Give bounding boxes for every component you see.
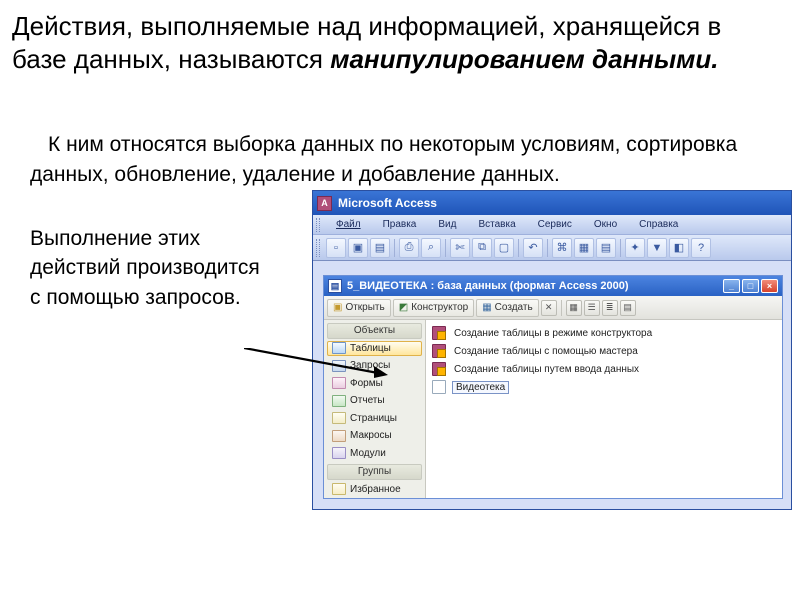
favorites-label: Избранное <box>350 484 401 495</box>
app-toolbar: ▫ ▣ ▤ ⎙ ⌕ ✄ ⧉ ▢ ↶ ⌘ ▦ ▤ ✦ ▼ ◧ ? <box>313 235 791 261</box>
design-icon: ◩ <box>399 302 408 313</box>
tb-key-icon[interactable]: ✦ <box>625 238 645 258</box>
db-window-title: 5_ВИДЕОТЕКА : база данных (формат Access… <box>347 280 629 292</box>
objects-header[interactable]: Объекты <box>327 323 422 339</box>
open-icon: ▣ <box>333 302 342 313</box>
tb-undo-icon[interactable]: ↶ <box>523 238 543 258</box>
body-paragraph-1: К ним относятся выборка данных по некото… <box>30 130 770 190</box>
db-tb-design-button[interactable]: ◩ Конструктор <box>393 299 474 317</box>
wizard-icon <box>432 344 446 358</box>
menubar-grip-icon[interactable] <box>316 218 320 232</box>
app-titlebar[interactable]: A Microsoft Access <box>313 191 791 215</box>
wizard-icon <box>432 326 446 340</box>
tb-sep <box>620 239 621 257</box>
body-p1: К ним относятся выборка данных по некото… <box>30 130 770 190</box>
tb-sep <box>394 239 395 257</box>
groups-header[interactable]: Группы <box>327 464 422 480</box>
table-icon <box>432 380 446 394</box>
arrow-to-queries <box>244 348 388 378</box>
macros-icon <box>332 430 346 442</box>
reports-icon <box>332 395 346 407</box>
forms-label: Формы <box>350 378 383 389</box>
list-item-create-wizard[interactable]: Создание таблицы с помощью мастера <box>432 342 776 360</box>
menu-item-insert[interactable]: Вставка <box>468 217 525 232</box>
pages-icon <box>332 412 346 424</box>
tb-link-icon[interactable]: ⌘ <box>552 238 572 258</box>
db-minimize-button[interactable]: _ <box>723 279 740 293</box>
db-window-toolbar: ▣ Открыть ◩ Конструктор ▦ Создать ✕ ▦ ☰ … <box>324 296 782 320</box>
objects-item-reports[interactable]: Отчеты <box>327 393 422 409</box>
tb-help-icon[interactable]: ? <box>691 238 711 258</box>
app-title: Microsoft Access <box>338 196 437 210</box>
create-icon: ▦ <box>482 302 491 313</box>
groups-item-favorites[interactable]: Избранное <box>327 482 422 498</box>
reports-label: Отчеты <box>350 395 385 406</box>
body-p3: действий производится <box>30 253 290 282</box>
db-tb-create-button[interactable]: ▦ Создать <box>476 299 538 317</box>
db-window: ▤ 5_ВИДЕОТЕКА : база данных (формат Acce… <box>323 275 783 499</box>
tb-prop-icon[interactable]: ▤ <box>596 238 616 258</box>
tb-rel-icon[interactable]: ▦ <box>574 238 594 258</box>
favorites-icon <box>332 483 346 495</box>
tb-sep <box>518 239 519 257</box>
access-logo-icon: A <box>317 196 332 211</box>
tb-save-icon[interactable]: ▤ <box>370 238 390 258</box>
db-tb-delete-icon[interactable]: ✕ <box>541 300 557 316</box>
tb-print-icon[interactable]: ⎙ <box>399 238 419 258</box>
list-item-label: Видеотека <box>452 381 509 394</box>
list-item-create-constructor[interactable]: Создание таблицы в режиме конструктора <box>432 324 776 342</box>
db-window-body: Объекты Таблицы Запросы Формы Отчеты <box>324 320 782 498</box>
db-close-button[interactable]: × <box>761 279 778 293</box>
list-pane: Создание таблицы в режиме конструктора С… <box>426 320 782 498</box>
app-menubar: Файл Правка Вид Вставка Сервис Окно Спра… <box>313 215 791 235</box>
pages-label: Страницы <box>350 413 397 424</box>
menu-item-edit[interactable]: Правка <box>373 217 427 232</box>
tb-open-icon[interactable]: ▣ <box>348 238 368 258</box>
toolbar-grip-icon[interactable] <box>316 239 320 257</box>
modules-icon <box>332 447 346 459</box>
db-tb-open-button[interactable]: ▣ Открыть <box>327 299 391 317</box>
tb-code-icon[interactable]: ◧ <box>669 238 689 258</box>
tb-sep <box>547 239 548 257</box>
tb-sep <box>445 239 446 257</box>
list-item-label: Создание таблицы путем ввода данных <box>452 364 641 375</box>
objects-item-pages[interactable]: Страницы <box>327 411 422 427</box>
modules-label: Модули <box>350 448 386 459</box>
body-p4: с помощью запросов. <box>30 283 290 312</box>
list-item-label: Создание таблицы в режиме конструктора <box>452 328 654 339</box>
wizard-icon <box>432 362 446 376</box>
list-item-label: Создание таблицы с помощью мастера <box>452 346 640 357</box>
intro-emphasis: манипулированием данными. <box>330 44 718 74</box>
tb-paste-icon[interactable]: ▢ <box>494 238 514 258</box>
forms-icon <box>332 377 346 389</box>
objects-item-modules[interactable]: Модули <box>327 446 422 462</box>
db-tb-view-detail-icon[interactable]: ▤ <box>620 300 636 316</box>
db-tb-view-list-icon[interactable]: ≣ <box>602 300 618 316</box>
menu-item-view[interactable]: Вид <box>428 217 466 232</box>
db-tb-view-large-icon[interactable]: ▦ <box>566 300 582 316</box>
db-window-titlebar[interactable]: ▤ 5_ВИДЕОТЕКА : база данных (формат Acce… <box>324 276 782 296</box>
menu-item-file[interactable]: Файл <box>326 217 371 232</box>
menu-item-tools[interactable]: Сервис <box>528 217 582 232</box>
db-window-icon: ▤ <box>328 279 342 293</box>
tb-macro-icon[interactable]: ▼ <box>647 238 667 258</box>
list-item-videoteka[interactable]: Видеотека <box>432 378 776 396</box>
tb-copy-icon[interactable]: ⧉ <box>472 238 492 258</box>
tb-cut-icon[interactable]: ✄ <box>450 238 470 258</box>
db-tb-view-small-icon[interactable]: ☰ <box>584 300 600 316</box>
list-item-create-entry[interactable]: Создание таблицы путем ввода данных <box>432 360 776 378</box>
db-maximize-button[interactable]: □ <box>742 279 759 293</box>
tb-preview-icon[interactable]: ⌕ <box>421 238 441 258</box>
body-p2: Выполнение этих <box>30 224 290 253</box>
body-lines: Выполнение этих действий производится с … <box>30 224 290 312</box>
macros-label: Макросы <box>350 430 392 441</box>
intro-paragraph: Действия, выполняемые над информацией, х… <box>12 10 762 77</box>
db-tb-sep <box>561 300 562 316</box>
menu-item-window[interactable]: Окно <box>584 217 627 232</box>
objects-pane: Объекты Таблицы Запросы Формы Отчеты <box>324 320 426 498</box>
objects-item-macros[interactable]: Макросы <box>327 428 422 444</box>
tb-new-icon[interactable]: ▫ <box>326 238 346 258</box>
menu-item-help[interactable]: Справка <box>629 217 688 232</box>
